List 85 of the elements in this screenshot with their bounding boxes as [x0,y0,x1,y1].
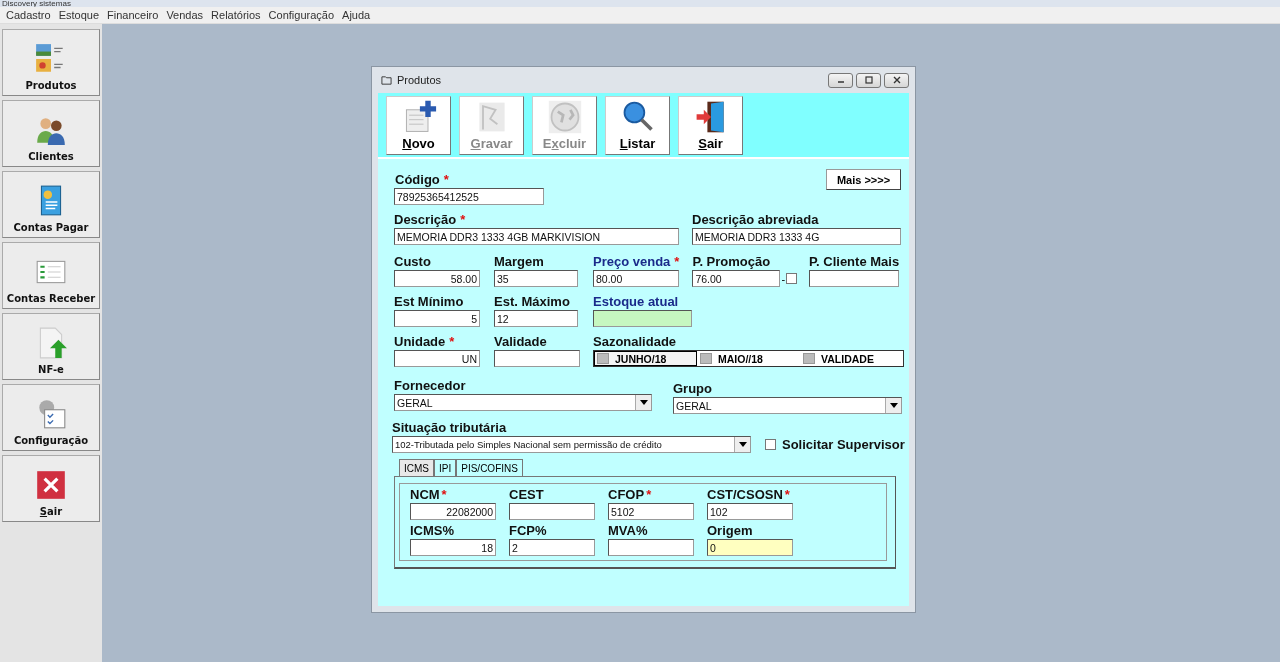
input-field[interactable]: MEMORIA DDR3 1333 4G [692,228,901,245]
input-field[interactable]: UN [394,350,480,367]
field-label: P. Promoção [692,255,772,269]
dropdown-field[interactable]: GERAL [673,397,902,414]
field-label: Fornecedor [394,379,467,393]
input-field[interactable]: 76.00 [692,270,781,287]
tab[interactable]: ICMS [399,459,434,476]
menu-item[interactable]: Vendas [162,9,208,21]
menu-item[interactable]: Configuração [264,9,339,21]
window-title: Produtos [397,74,442,86]
checkbox-label: Solicitar Supervisor [782,437,905,452]
menu-item[interactable]: Financeiro [103,9,163,21]
menu-item[interactable]: Estoque [54,9,103,21]
maximize-icon [863,75,874,85]
input-field[interactable] [509,503,595,520]
input-field[interactable]: MEMORIA DDR3 1333 4GB MARKIVISION [394,228,679,245]
dropdown-field[interactable]: GERAL [394,394,652,411]
input-field[interactable]: 35 [494,270,578,287]
field-label: FCP% [509,524,548,538]
globe-icon [546,99,583,135]
field-label: Sazonalidade [593,335,678,349]
field-label: Código * [395,173,450,187]
tab[interactable]: PIS/COFINS [456,459,523,476]
input-field[interactable] [593,310,692,327]
field-label: Validade [494,335,548,349]
dropdown-field[interactable]: 102-Tributada pelo Simples Nacional sem permissão de crédito [392,436,751,453]
field-label: Descrição abreviada [692,213,820,227]
dash-text: - [781,272,786,285]
field-label: CFOP* [608,488,653,502]
input-field[interactable]: 5 [394,310,480,327]
menu-item[interactable]: Ajuda [338,9,375,21]
field-label: Est. Máximo [494,295,571,309]
close-icon [34,468,68,502]
input-field[interactable]: 18 [410,539,496,556]
more-button[interactable]: Mais >>>> [826,169,901,190]
input-field[interactable]: 58.00 [394,270,480,287]
field-label: Unidade * [394,335,456,349]
input-field[interactable]: 80.00 [593,270,679,287]
field-label: Origem [707,524,754,538]
input-field[interactable]: 2 [509,539,595,556]
toolbar-button[interactable]: Sair [678,96,743,155]
checkbox[interactable] [786,273,798,284]
menu-item[interactable]: Cadastro [2,9,55,21]
checkbox[interactable] [765,439,776,450]
toggle-item[interactable]: JUNHO/18 [594,351,697,366]
close-button[interactable] [884,72,909,88]
input-field[interactable] [608,539,694,556]
input-field[interactable]: 5102 [608,503,694,520]
field-label: CEST [509,488,545,502]
field-label: Estoque atual [593,295,680,309]
maximize-button[interactable] [856,72,881,88]
field-label: Preço venda * [593,255,680,269]
sidebar-button[interactable]: Contas Pagar [2,171,100,238]
sidebar-button[interactable]: Produtos [2,29,100,96]
input-field[interactable]: 0 [707,539,793,556]
toolbar-button[interactable]: Listar [605,96,670,155]
sidebar-button[interactable]: Sair [2,455,100,522]
field-label: NCM* [410,488,448,502]
sidebar-button[interactable]: NF-e [2,313,100,380]
field-label: Situação tributária [392,421,508,435]
sidebar-button[interactable]: Configuração [2,384,100,451]
input-field[interactable]: 22082000 [410,503,496,520]
field-label: ICMS% [410,524,456,538]
sidebar-button[interactable]: Clientes [2,100,100,167]
tab[interactable]: IPI [434,459,457,476]
toolbar-button[interactable]: Novo [386,96,451,155]
field-label: CST/CSOSN* [707,488,791,502]
input-field[interactable]: 12 [494,310,578,327]
app-title: Discovery sistemas [0,0,1280,7]
menu-item[interactable]: Relatórios [207,9,265,21]
input-field[interactable] [809,270,900,287]
field-label: Est Mínimo [394,295,465,309]
field-label: Margem [494,255,545,269]
close-icon [891,75,902,85]
input-field[interactable] [494,350,580,367]
sidebar-button[interactable]: Contas Receber [2,242,100,309]
input-field[interactable]: 102 [707,503,793,520]
field-label: Custo [394,255,432,269]
window-icon [381,74,392,86]
minimize-button[interactable] [828,72,853,88]
input-field[interactable]: 78925365412525 [394,188,544,205]
field-label: Grupo [673,382,713,396]
field-label: P. Cliente Mais [809,255,900,269]
field-label: MVA% [608,524,649,538]
field-label: Descrição * [394,213,467,227]
